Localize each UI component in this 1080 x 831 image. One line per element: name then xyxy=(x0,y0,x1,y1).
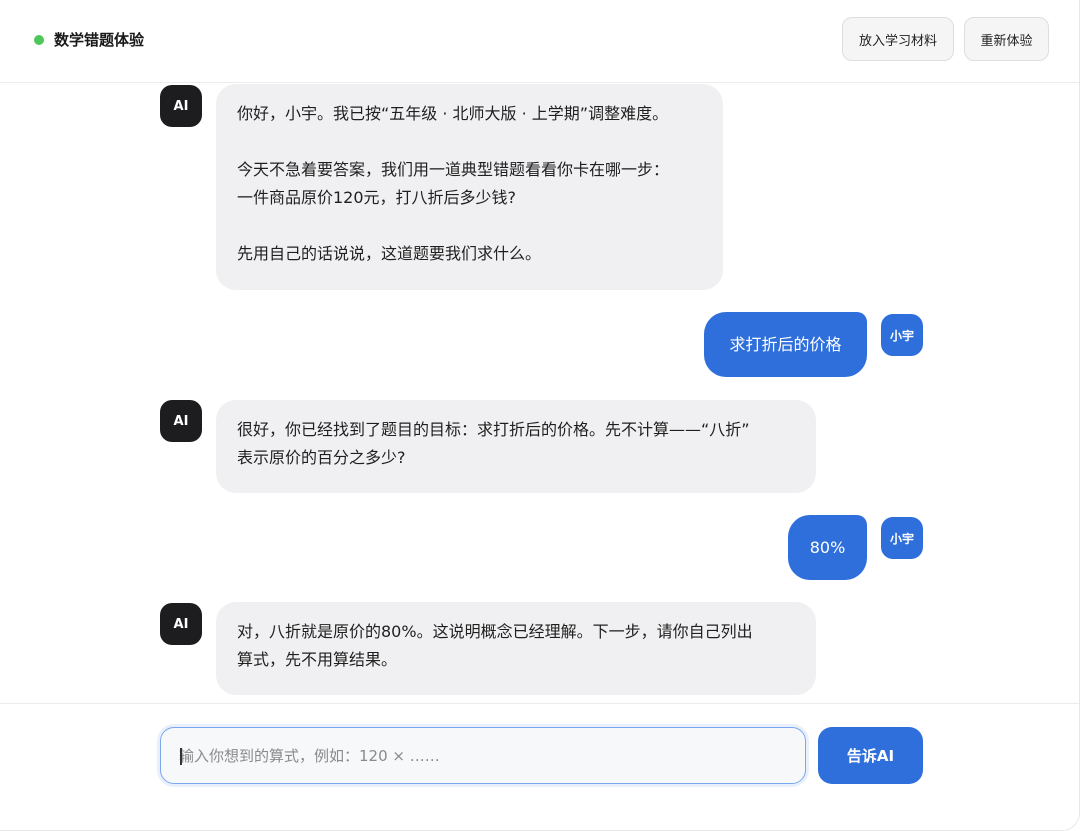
top-bar: 数学错题体验 放入学习材料 重新体验 xyxy=(0,0,1079,83)
text-caret xyxy=(180,748,182,765)
ai-message: 很好，你已经找到了题目的目标：求打折后的价格。先不计算——“八折” 表示原价的百… xyxy=(216,400,816,493)
ai-avatar: AI xyxy=(160,400,202,442)
ai-message: 对，八折就是原价的80%。这说明概念已经理解。下一步，请你自己列出 算式，先不用… xyxy=(216,602,816,695)
formula-input[interactable] xyxy=(160,727,806,784)
ai-avatar: AI xyxy=(160,85,202,127)
ai-message: 你好，小宇。我已按“五年级 · 北师大版 · 上学期”调整难度。 今天不急着要答… xyxy=(216,84,723,290)
send-button[interactable]: 告诉AI xyxy=(818,727,923,784)
app-window: 数学错题体验 放入学习材料 重新体验 AI 你好，小宇。我已按“五年级 · 北师… xyxy=(0,0,1080,831)
composer: 告诉AI xyxy=(0,703,1079,830)
restart-button[interactable]: 重新体验 xyxy=(964,17,1049,61)
online-status-icon xyxy=(34,35,44,45)
add-material-button[interactable]: 放入学习材料 xyxy=(842,17,954,61)
user-avatar: 小宇 xyxy=(881,314,923,356)
ai-avatar: AI xyxy=(160,603,202,645)
user-avatar: 小宇 xyxy=(881,517,923,559)
user-message: 求打折后的价格 xyxy=(704,312,867,377)
user-message: 80% xyxy=(788,515,867,580)
chat-area: AI 你好，小宇。我已按“五年级 · 北师大版 · 上学期”调整难度。 今天不急… xyxy=(0,83,1079,703)
page-title: 数学错题体验 xyxy=(54,31,145,49)
